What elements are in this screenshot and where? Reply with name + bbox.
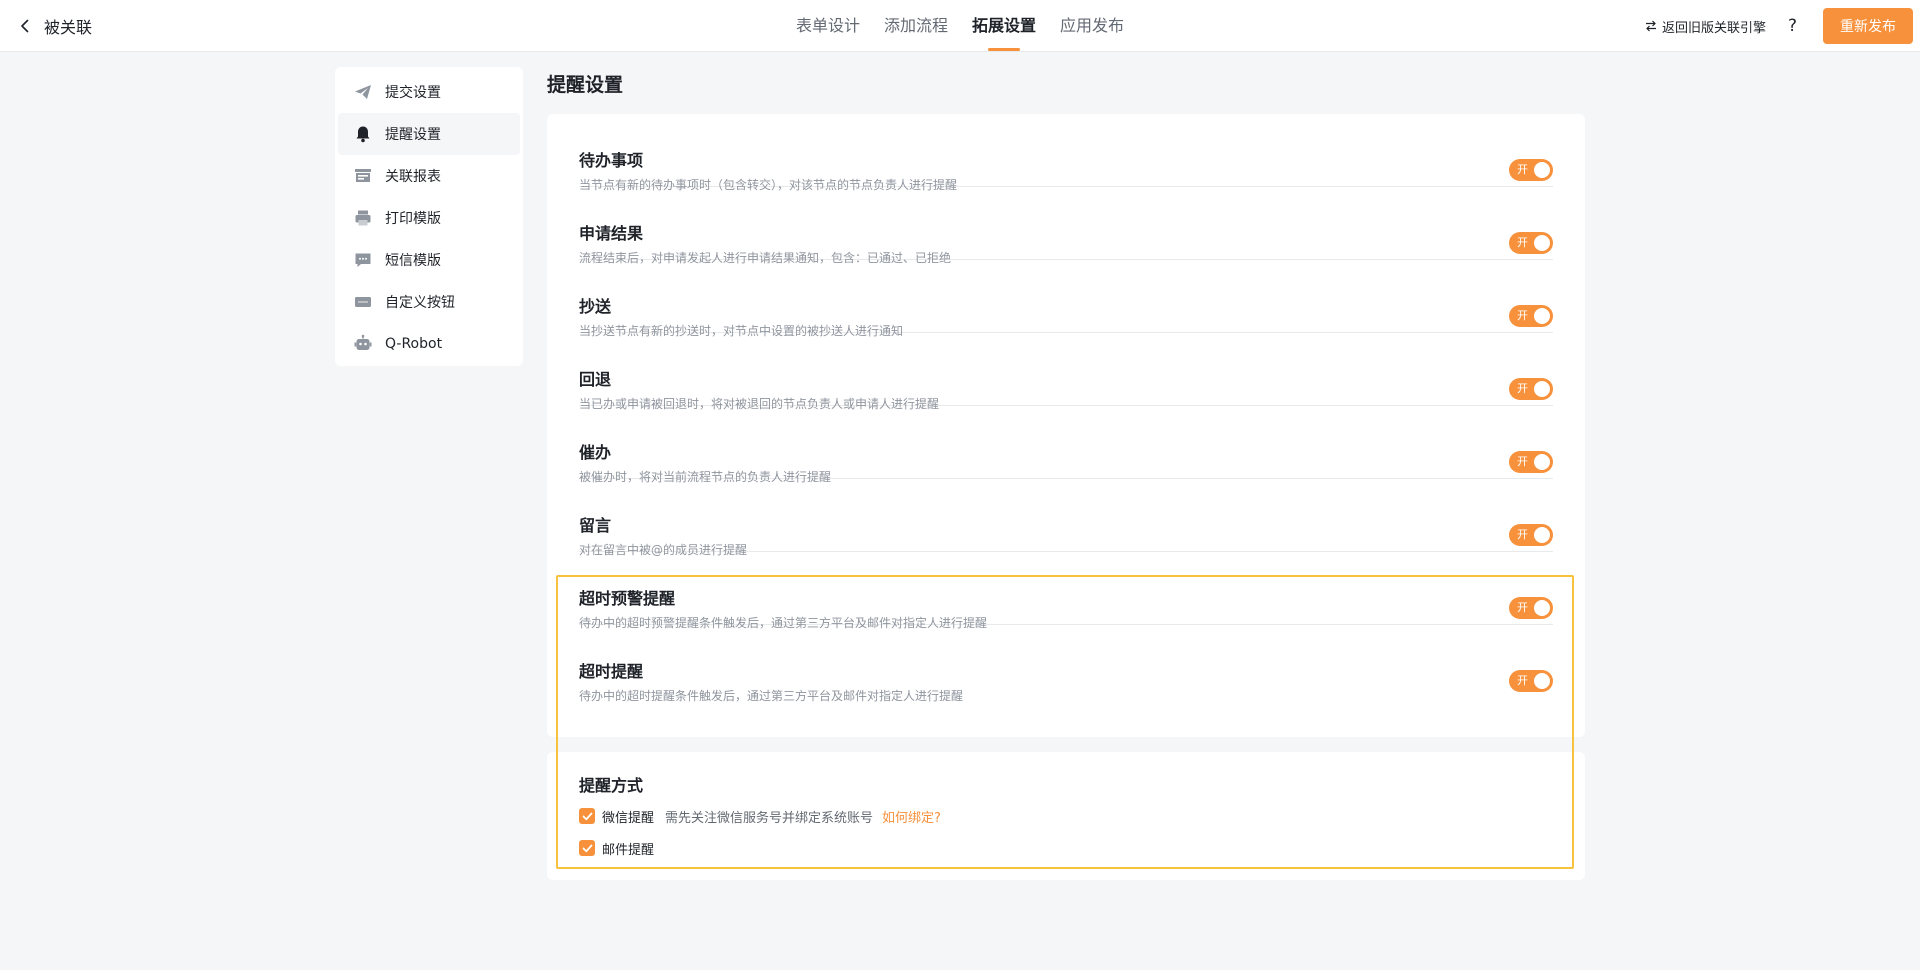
back-button[interactable]: 被关联 <box>18 14 92 38</box>
reminder-description: 待办中的超时提醒条件触发后，通过第三方平台及邮件对指定人进行提醒 <box>579 689 964 703</box>
tab-form-design[interactable]: 表单设计 <box>796 0 860 52</box>
sidebar-item-submit-settings[interactable]: 提交设置 <box>338 71 520 113</box>
email-reminder-row: 邮件提醒 <box>579 839 665 858</box>
email-reminder-checkbox[interactable] <box>579 840 595 856</box>
cc-toggle[interactable]: 开 <box>1509 305 1553 327</box>
reminder-row-cc: 抄送 当抄送节点有新的抄送时，对节点中设置的被抄送人进行通知 开 <box>579 260 1553 338</box>
toggle-label: 开 <box>1517 163 1528 176</box>
robot-icon <box>353 334 373 354</box>
todo-toggle[interactable]: 开 <box>1509 159 1553 181</box>
reminder-row-urge: 催办 被催办时，将对当前流程节点的负责人进行提醒 开 <box>579 406 1553 484</box>
reminder-row-rollback: 回退 当已办或申请被回退时，将对被退回的节点负责人或申请人进行提醒 开 <box>579 333 1553 411</box>
wechat-reminder-checkbox[interactable] <box>579 808 595 824</box>
toggle-label: 开 <box>1517 528 1528 541</box>
sidebar-item-q-robot[interactable]: Q-Robot <box>338 323 520 365</box>
reminder-title: 待办事项 <box>579 151 644 170</box>
comment-toggle[interactable]: 开 <box>1509 524 1553 546</box>
toggle-label: 开 <box>1517 601 1528 614</box>
timeout-warning-toggle[interactable]: 开 <box>1509 597 1553 619</box>
page-title: 提醒设置 <box>547 74 624 96</box>
urge-toggle[interactable]: 开 <box>1509 451 1553 473</box>
reminder-row-result: 申请结果 流程结束后，对申请发起人进行申请结果通知，包含：已通过、已拒绝 开 <box>579 187 1553 265</box>
reminder-title: 超时提醒 <box>579 662 644 681</box>
reminder-row-comment: 留言 对在留言中被@的成员进行提醒 开 <box>579 479 1553 557</box>
bell-icon <box>353 124 373 144</box>
republish-button[interactable]: 重新发布 <box>1823 8 1913 44</box>
help-icon[interactable]: ? <box>1788 16 1797 36</box>
reminder-method-title: 提醒方式 <box>579 776 644 795</box>
reminder-row-timeout-warning: 超时预警提醒 待办中的超时预警提醒条件触发后，通过第三方平台及邮件对指定人进行提… <box>579 552 1553 630</box>
toggle-knob <box>1534 600 1550 616</box>
sidebar-item-label: 提交设置 <box>385 85 441 101</box>
email-reminder-label: 邮件提醒 <box>602 842 655 858</box>
tab-extension-settings[interactable]: 拓展设置 <box>972 0 1036 52</box>
reminder-title: 回退 <box>579 370 612 389</box>
wechat-reminder-row: 微信提醒 需先关注微信服务号并绑定系统账号 如何绑定? <box>579 807 941 826</box>
sidebar-item-reminder-settings[interactable]: 提醒设置 <box>338 113 520 155</box>
reminder-settings-card: 待办事项 当节点有新的待办事项时（包含转交），对该节点的节点负责人进行提醒 开 … <box>547 114 1585 737</box>
sidebar-item-label: 短信模版 <box>385 253 441 269</box>
wechat-reminder-label: 微信提醒 <box>602 810 655 826</box>
sidebar-item-label: 自定义按钮 <box>385 295 455 311</box>
tab-app-publish[interactable]: 应用发布 <box>1060 0 1124 52</box>
send-icon <box>353 82 373 102</box>
chevron-left-icon <box>21 19 29 33</box>
sidebar-item-label: 提醒设置 <box>385 127 441 143</box>
reminder-title: 留言 <box>579 516 612 535</box>
wechat-reminder-hint: 需先关注微信服务号并绑定系统账号 <box>665 810 874 826</box>
main-tabs: 表单设计 添加流程 拓展设置 应用发布 <box>796 0 1124 52</box>
button-icon <box>353 292 373 312</box>
old-version-link[interactable]: 返回旧版关联引擎 <box>1645 17 1766 36</box>
toggle-knob <box>1534 162 1550 178</box>
toggle-knob <box>1534 235 1550 251</box>
sidebar-item-linked-reports[interactable]: 关联报表 <box>338 155 520 197</box>
reminder-title: 超时预警提醒 <box>579 589 676 608</box>
settings-sidebar: 提交设置 提醒设置 关联报表 打印模版 短信模版 自定义按钮 Q-Robot <box>335 67 523 366</box>
toggle-knob <box>1534 381 1550 397</box>
sidebar-item-print-templates[interactable]: 打印模版 <box>338 197 520 239</box>
reminder-row-todo: 待办事项 当节点有新的待办事项时（包含转交），对该节点的节点负责人进行提醒 开 <box>579 114 1553 192</box>
sidebar-item-sms-templates[interactable]: 短信模版 <box>338 239 520 281</box>
top-header: 被关联 表单设计 添加流程 拓展设置 应用发布 返回旧版关联引擎 ? 重新发布 <box>0 0 1920 52</box>
sidebar-item-custom-buttons[interactable]: 自定义按钮 <box>338 281 520 323</box>
toggle-label: 开 <box>1517 382 1528 395</box>
reminder-title: 申请结果 <box>579 224 644 243</box>
old-version-label: 返回旧版关联引擎 <box>1661 20 1766 36</box>
result-toggle[interactable]: 开 <box>1509 232 1553 254</box>
reminder-method-card: 提醒方式 微信提醒 需先关注微信服务号并绑定系统账号 如何绑定? 邮件提醒 <box>547 752 1585 880</box>
check-icon <box>582 812 592 820</box>
toggle-knob <box>1534 308 1550 324</box>
timeout-toggle[interactable]: 开 <box>1509 670 1553 692</box>
toggle-label: 开 <box>1517 455 1528 468</box>
sidebar-item-label: Q-Robot <box>385 336 443 352</box>
app-title: 被关联 <box>44 18 93 37</box>
toggle-knob <box>1534 454 1550 470</box>
sidebar-item-label: 打印模版 <box>385 211 441 227</box>
reminder-title: 抄送 <box>579 297 612 316</box>
swap-icon <box>1645 20 1656 32</box>
toggle-label: 开 <box>1517 674 1528 687</box>
how-to-bind-link[interactable]: 如何绑定? <box>882 807 941 826</box>
reminder-row-timeout: 超时提醒 待办中的超时提醒条件触发后，通过第三方平台及邮件对指定人进行提醒 开 <box>579 625 1553 703</box>
toggle-knob <box>1534 673 1550 689</box>
printer-icon <box>353 208 373 228</box>
toggle-knob <box>1534 527 1550 543</box>
message-icon <box>353 250 373 270</box>
rollback-toggle[interactable]: 开 <box>1509 378 1553 400</box>
tab-add-flow[interactable]: 添加流程 <box>884 0 948 52</box>
toggle-label: 开 <box>1517 236 1528 249</box>
report-icon <box>353 166 373 186</box>
header-actions: 返回旧版关联引擎 ? 重新发布 <box>1645 8 1913 44</box>
reminder-title: 催办 <box>579 443 612 462</box>
check-icon <box>582 844 592 852</box>
toggle-label: 开 <box>1517 309 1528 322</box>
sidebar-item-label: 关联报表 <box>385 169 441 185</box>
